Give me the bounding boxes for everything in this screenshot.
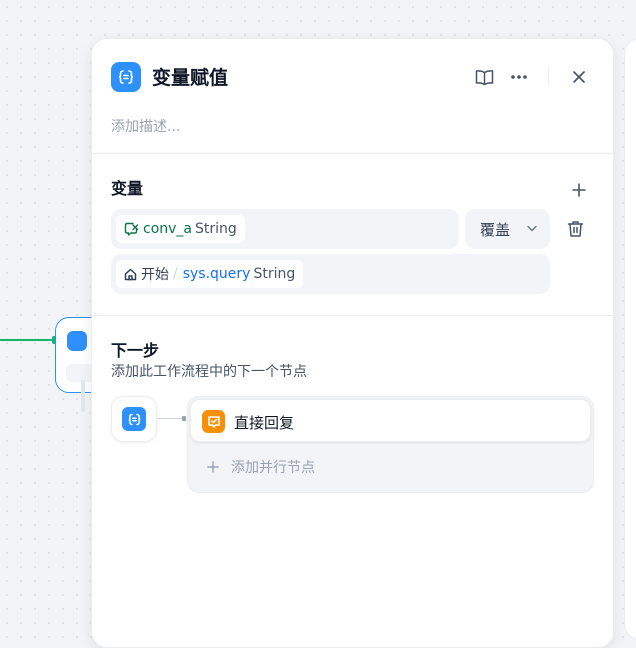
plus-icon [572, 183, 586, 197]
next-step-title: 下一步 [111, 341, 160, 360]
write-mode-value: 覆盖 [480, 220, 511, 239]
book-icon [475, 69, 493, 85]
adjacent-panel [624, 38, 636, 640]
add-variable-button[interactable] [568, 179, 590, 201]
source-node-name: 开始 [141, 267, 169, 283]
docs-button[interactable] [472, 65, 496, 89]
assigned-variable-selector[interactable]: conv_a String [111, 209, 459, 249]
next-node-connector [157, 418, 184, 419]
close-button[interactable] [567, 65, 591, 89]
variable-assigner-icon [67, 331, 87, 351]
next-step-subtitle: 添加此工作流程中的下一个节点 [111, 364, 307, 380]
source-variable-selector[interactable]: 开始 / sys.query String [111, 254, 550, 294]
current-node-thumb [111, 396, 157, 442]
home-icon [124, 268, 137, 280]
source-variable-type: String [253, 266, 296, 282]
more-icon [511, 75, 527, 79]
panel-title[interactable]: 变量赋值 [152, 63, 228, 90]
conversation-variable-icon [124, 222, 139, 236]
path-separator: / [173, 266, 178, 282]
section-divider [92, 153, 613, 154]
add-parallel-node-label: 添加并行节点 [231, 460, 315, 476]
variables-section-title: 变量 [111, 179, 144, 198]
write-mode-select[interactable]: 覆盖 [465, 209, 550, 249]
add-parallel-node-button[interactable]: 添加并行节点 [190, 447, 591, 487]
canvas-node-scrollbar [81, 380, 85, 412]
connector-arrow [182, 416, 186, 421]
source-variable-tag[interactable]: 开始 / sys.query String [116, 260, 304, 288]
assigned-variable-type: String [195, 221, 237, 237]
more-button[interactable] [507, 65, 531, 89]
variable-assigner-icon [122, 407, 146, 431]
plus-icon [207, 461, 219, 473]
source-variable-name: sys.query [182, 266, 251, 282]
section-divider [92, 315, 613, 316]
chevron-down-icon [527, 225, 537, 232]
description-input[interactable]: 添加描述... [111, 116, 180, 136]
next-nodes-container: 直接回复 添加并行节点 [187, 396, 594, 493]
next-node-label: 直接回复 [234, 414, 295, 432]
answer-icon [202, 410, 225, 433]
close-icon [573, 71, 585, 83]
assigned-variable-tag[interactable]: conv_a String [116, 215, 245, 243]
trash-icon [567, 221, 583, 237]
next-node-answer[interactable]: 直接回复 [190, 399, 591, 442]
variable-assigner-icon [111, 62, 141, 92]
assigned-variable-name: conv_a [143, 221, 192, 237]
delete-variable-button[interactable] [564, 218, 586, 240]
node-config-panel: 变量赋值 添加描述... 变量 conv_a String 覆盖 开始 / sy… [91, 38, 614, 648]
canvas-node-variable [66, 364, 94, 382]
workflow-edge [0, 339, 56, 341]
header-divider [548, 67, 549, 85]
